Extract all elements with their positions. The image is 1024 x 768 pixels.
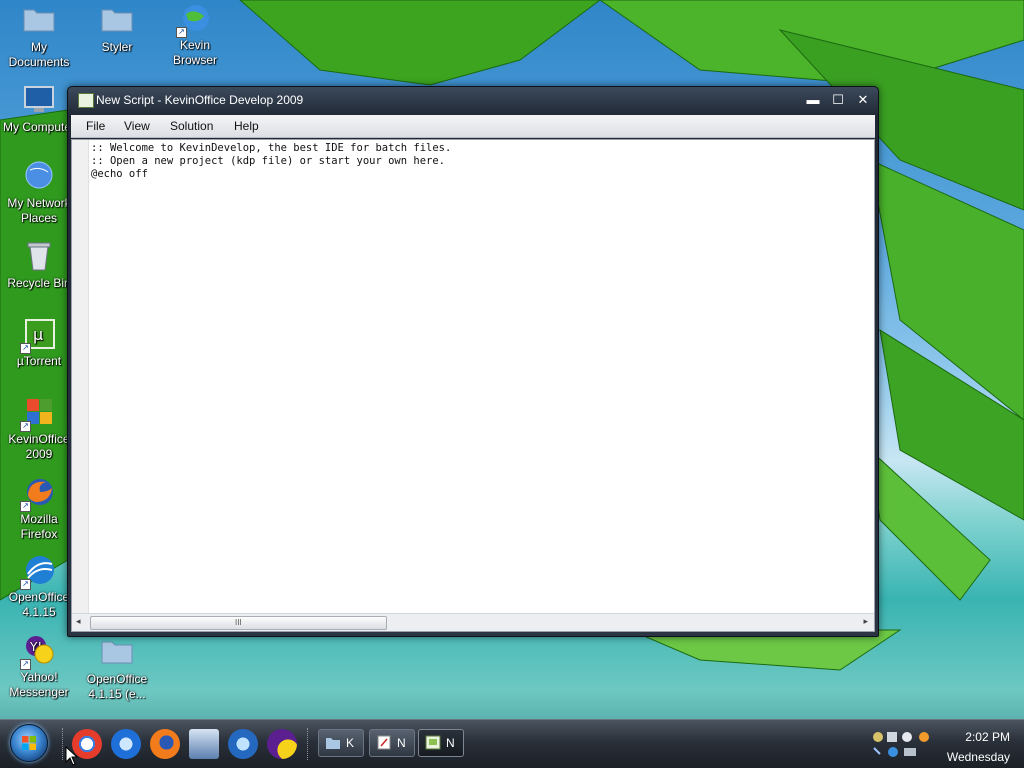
mouse-cursor-icon xyxy=(65,746,79,766)
yahoo-messenger-icon[interactable] xyxy=(267,729,297,759)
task-button-kevinoffice-develop[interactable]: N xyxy=(418,729,464,757)
task-label: K xyxy=(346,736,355,750)
internet-explorer-icon[interactable] xyxy=(111,729,141,759)
tray-globe-icon[interactable] xyxy=(888,747,898,757)
menu-solution[interactable]: Solution xyxy=(170,119,213,133)
scrollbar-grip: III xyxy=(235,618,242,627)
task-label: N xyxy=(397,736,406,750)
tray-messenger-icon[interactable] xyxy=(919,732,929,742)
folder-icon xyxy=(22,4,56,38)
menu-file[interactable]: File xyxy=(86,119,105,133)
desktop-icon-openoffice-folder[interactable]: OpenOffice 4.1.15 (e... xyxy=(78,636,156,702)
desktop-icon-label: OpenOffice 4.1.15 (e... xyxy=(86,672,148,701)
notepad-icon xyxy=(377,735,391,750)
tray-safely-remove-icon[interactable] xyxy=(887,732,897,742)
window-titlebar[interactable]: New Script - KevinOffice Develop 2009 ▬ … xyxy=(68,87,878,113)
kevinoffice-icon: ↗ xyxy=(20,396,56,432)
taskbar: K N N 2:02 PM Wednesday xyxy=(0,719,1024,768)
globe-icon: ↗ xyxy=(176,2,212,38)
desktop-icon-label: Kevin Browser xyxy=(172,38,217,67)
svg-text:µ: µ xyxy=(33,325,43,344)
desktop-icon-my-documents[interactable]: My Documents xyxy=(0,4,78,70)
scroll-left-arrow-icon[interactable]: ◂ xyxy=(76,616,81,627)
tray-phone-icon[interactable] xyxy=(873,747,881,755)
desktop-icon-label: Yahoo! Messenger xyxy=(9,670,69,699)
desktop-icon-yahoo-messenger[interactable]: Y! ↗ Yahoo! Messenger xyxy=(0,634,78,700)
yahoo-messenger-icon: Y! ↗ xyxy=(20,634,56,670)
system-clock[interactable]: 2:02 PM Wednesday xyxy=(947,727,1010,767)
editor-text[interactable]: :: Welcome to KevinDevelop, the best IDE… xyxy=(91,142,451,181)
editor-line: :: Welcome to KevinDevelop, the best IDE… xyxy=(91,142,452,154)
horizontal-scrollbar[interactable]: ◂ III ▸ xyxy=(72,613,874,631)
system-tray: 2:02 PM Wednesday xyxy=(864,720,1024,768)
script-editor[interactable]: :: Welcome to KevinDevelop, the best IDE… xyxy=(71,139,875,632)
clock-time: 2:02 PM xyxy=(965,730,1010,744)
maximize-button[interactable]: ☐ xyxy=(828,91,848,109)
monitor-icon xyxy=(22,84,56,118)
editor-gutter xyxy=(72,140,89,613)
firefox-icon[interactable] xyxy=(150,729,180,759)
task-label: N xyxy=(446,736,455,750)
menu-help[interactable]: Help xyxy=(234,119,259,133)
kevinoffice-develop-window[interactable]: New Script - KevinOffice Develop 2009 ▬ … xyxy=(67,86,879,637)
window-title: New Script - KevinOffice Develop 2009 xyxy=(96,93,304,107)
firefox-icon: ↗ xyxy=(20,476,56,512)
task-button-notepad[interactable]: N xyxy=(369,729,415,757)
tray-battery-icon[interactable] xyxy=(904,748,916,756)
tray-network-icon[interactable] xyxy=(873,732,883,742)
folder-icon xyxy=(326,738,340,749)
editor-line: :: Open a new project (kdp file) or star… xyxy=(91,155,446,167)
desktop-icon-label: My Documents xyxy=(8,40,70,69)
start-button[interactable] xyxy=(10,724,48,762)
editor-line: @echo off xyxy=(91,168,148,180)
utorrent-icon: µ ↗ xyxy=(20,318,56,354)
openoffice-icon: ↗ xyxy=(20,554,56,590)
menu-view[interactable]: View xyxy=(124,119,150,133)
task-button-folder[interactable]: K xyxy=(318,729,364,757)
kevinoffice-icon xyxy=(425,735,441,750)
network-globe-icon xyxy=(22,160,56,194)
folder-icon xyxy=(100,4,134,38)
folder-icon xyxy=(100,636,134,670)
desktop-icon-styler[interactable]: Styler xyxy=(78,4,156,55)
clock-day: Wednesday xyxy=(946,750,1010,764)
scrollbar-thumb[interactable]: III xyxy=(90,616,387,630)
recycle-bin-icon xyxy=(22,240,56,274)
tray-icons xyxy=(873,732,929,757)
menu-bar: File View Solution Help xyxy=(71,115,875,138)
tray-volume-icon[interactable] xyxy=(902,732,912,742)
taskbar-separator xyxy=(307,728,311,760)
windows-logo-icon xyxy=(22,736,36,750)
kevinoffice-develop-icon xyxy=(78,93,94,108)
close-button[interactable]: ✕ xyxy=(853,91,873,109)
calculator-icon[interactable] xyxy=(189,729,219,759)
media-player-icon[interactable] xyxy=(228,729,258,759)
desktop-icon-kevin-browser[interactable]: ↗ Kevin Browser xyxy=(156,2,234,68)
minimize-button[interactable]: ▬ xyxy=(803,91,823,109)
desktop-icon-label: Styler xyxy=(101,40,133,54)
scroll-right-arrow-icon[interactable]: ▸ xyxy=(863,616,868,627)
